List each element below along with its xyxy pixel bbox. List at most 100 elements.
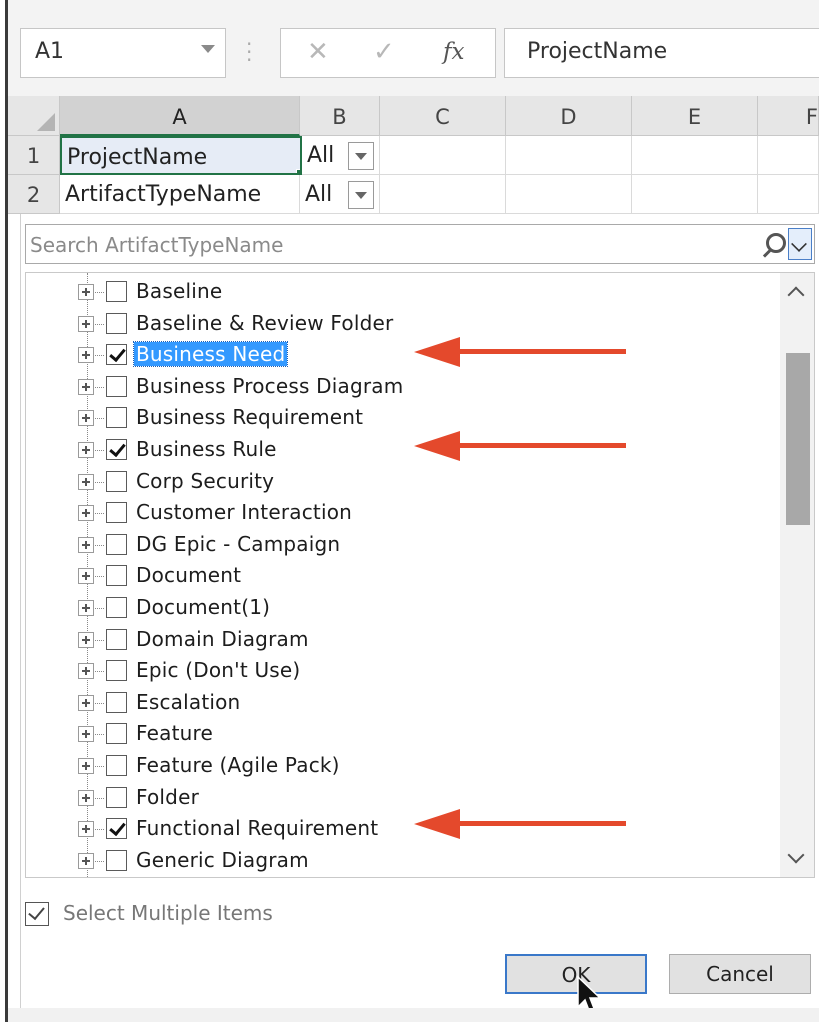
cell-c2[interactable] [380,175,506,214]
column-header-b[interactable]: B [300,96,380,136]
expand-plus-icon[interactable] [78,378,94,395]
filter-dropdown-button[interactable] [348,181,374,209]
name-box[interactable]: A1 [20,28,226,78]
tree-item[interactable]: Document [78,561,778,591]
cancel-entry-icon[interactable]: ✕ [307,37,329,67]
tree-connector [95,671,104,673]
cancel-button[interactable]: Cancel [669,954,811,994]
expand-plus-icon[interactable] [78,347,94,364]
column-header-d[interactable]: D [506,96,632,136]
tree-item[interactable]: Corp Security [78,467,778,497]
scroll-up-icon[interactable] [787,286,805,304]
expand-plus-icon[interactable] [78,505,94,522]
expand-plus-icon[interactable] [78,442,94,458]
tree-item[interactable]: Business Requirement [78,403,778,433]
expand-plus-icon[interactable] [78,536,94,553]
formula-input[interactable]: ProjectName [504,28,819,78]
tree-item[interactable]: Baseline & Review Folder [78,309,778,339]
expand-plus-icon[interactable] [78,726,94,743]
tree-item-label: Feature (Agile Pack) [136,753,340,777]
cell-a2[interactable]: ArtifactTypeName [60,175,300,214]
tree-item-label: Epic (Don't Use) [136,658,301,683]
cell-e2[interactable] [632,175,758,214]
select-multiple-items-option[interactable]: Select Multiple Items [25,900,425,928]
item-checkbox[interactable] [106,755,127,776]
item-checkbox[interactable] [106,502,127,524]
item-checkbox[interactable] [106,691,127,713]
column-header-e[interactable]: E [632,96,758,136]
cell-f1[interactable] [758,136,819,175]
item-checkbox[interactable] [106,818,127,840]
tree-connector [95,797,104,799]
enter-entry-icon[interactable]: ✓ [373,37,395,67]
expand-plus-icon[interactable] [78,473,94,490]
cell-a1[interactable]: ProjectName [60,136,302,175]
item-checkbox[interactable] [106,660,127,682]
expand-plus-icon[interactable] [78,758,94,774]
column-header-f[interactable]: F [758,96,819,136]
tree-item-label: Domain Diagram [136,626,309,651]
tree-item[interactable]: Generic Diagram [78,846,778,876]
tree-item[interactable]: Business Process Diagram [78,372,778,402]
name-box-dropdown-icon[interactable] [201,45,215,53]
select-multiple-checkbox[interactable] [25,902,49,926]
formula-value: ProjectName [527,39,668,64]
expand-plus-icon[interactable] [78,821,94,838]
tree-item[interactable]: Feature (Agile Pack) [78,751,778,781]
scrollbar-thumb[interactable] [786,353,810,525]
tree-item[interactable]: Customer Interaction [78,498,778,528]
expand-plus-icon[interactable] [78,410,94,427]
expand-plus-icon[interactable] [78,663,94,680]
item-checkbox[interactable] [106,439,127,460]
item-checkbox[interactable] [106,344,127,366]
cell-e1[interactable] [632,136,758,175]
expand-plus-icon[interactable] [78,852,94,869]
cell-c1[interactable] [380,136,506,175]
item-checkbox[interactable] [106,375,127,397]
item-checkbox[interactable] [106,407,127,429]
annotation-arrow [414,337,626,367]
cell-d1[interactable] [506,136,632,175]
vertical-scrollbar[interactable] [780,273,814,877]
item-checkbox[interactable] [106,470,127,492]
filter-dropdown-button[interactable] [348,142,374,170]
tree-item[interactable]: DG Epic - Campaign [78,530,778,560]
select-all-corner[interactable] [8,96,60,136]
tree-item[interactable]: Escalation [78,688,778,718]
insert-function-icon[interactable]: fx [443,39,464,65]
tree-item[interactable]: Epic (Don't Use) [78,656,778,686]
expand-plus-icon[interactable] [78,600,94,616]
row-header-2[interactable]: 2 [8,175,60,214]
tree-item[interactable]: Baseline [78,277,778,307]
item-checkbox[interactable] [106,533,127,555]
expand-plus-icon[interactable] [78,694,94,711]
cell-f2[interactable] [758,175,819,214]
expand-plus-icon[interactable] [78,789,94,806]
item-checkbox[interactable] [106,597,127,618]
expand-plus-icon[interactable] [78,284,94,300]
item-checkbox[interactable] [106,786,127,808]
tree-item[interactable]: Feature [78,719,778,749]
column-header-a[interactable]: A [60,96,300,136]
column-header-c[interactable]: C [380,96,506,136]
cell-d2[interactable] [506,175,632,214]
search-icon[interactable] [758,229,786,259]
item-checkbox[interactable] [106,849,127,871]
cell-b2-value: All [305,182,333,207]
item-checkbox[interactable] [106,565,127,587]
search-box[interactable]: Search ArtifactTypeName [25,224,815,264]
search-options-dropdown-icon[interactable] [788,228,812,260]
tree-connector [95,639,104,641]
expand-plus-icon[interactable] [78,315,94,332]
row-header-1[interactable]: 1 [8,136,60,175]
expand-plus-icon[interactable] [78,631,94,648]
item-checkbox[interactable] [106,723,127,745]
item-checkbox[interactable] [106,281,127,302]
item-checkbox[interactable] [106,312,127,334]
expand-plus-icon[interactable] [78,568,94,585]
tree-connector [95,734,104,736]
tree-item[interactable]: Domain Diagram [78,625,778,655]
tree-item[interactable]: Document(1) [78,593,778,623]
item-checkbox[interactable] [106,628,127,650]
scroll-down-icon[interactable] [787,846,805,864]
